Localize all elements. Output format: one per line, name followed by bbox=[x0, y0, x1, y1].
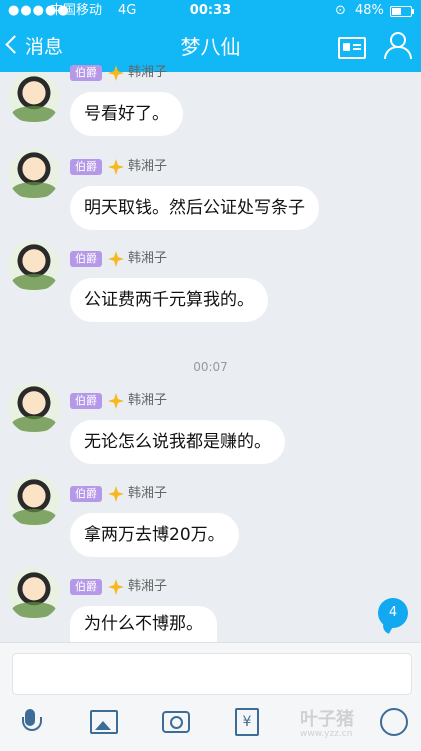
red-packet-icon[interactable]: ¥ bbox=[235, 708, 259, 736]
avatar[interactable] bbox=[8, 568, 60, 620]
star-icon bbox=[108, 65, 124, 81]
battery-icon bbox=[390, 6, 414, 17]
star-icon bbox=[108, 159, 124, 175]
sender-name: 韩湘子 bbox=[128, 251, 168, 266]
avatar[interactable] bbox=[8, 240, 60, 292]
rank-badge: 伯爵 bbox=[70, 393, 102, 409]
avatar[interactable] bbox=[8, 148, 60, 200]
message-meta: 伯爵 韩湘子 bbox=[70, 158, 167, 176]
sender-name: 韩湘子 bbox=[128, 159, 168, 174]
nav-bar: 消息 梦八仙 bbox=[0, 22, 421, 72]
watermark-text: 叶子猪 bbox=[300, 709, 354, 730]
header: ●●●●● 中国移动 4G 00:33 ⊙ 48% 消息 梦八仙 bbox=[0, 0, 421, 72]
message-meta: 伯爵 韩湘子 bbox=[70, 485, 167, 503]
star-icon bbox=[108, 251, 124, 267]
watermark: 叶子猪 www.yzz.cn bbox=[300, 705, 420, 745]
group-icon[interactable] bbox=[382, 32, 412, 60]
message-meta: 伯爵 韩湘子 bbox=[70, 578, 167, 596]
message-input[interactable] bbox=[12, 653, 412, 695]
input-area: ¥ 叶子猪 www.yzz.cn bbox=[0, 642, 421, 751]
image-icon[interactable] bbox=[90, 710, 118, 734]
sender-name: 韩湘子 bbox=[128, 486, 168, 501]
sender-name: 韩湘子 bbox=[128, 393, 168, 408]
star-icon bbox=[108, 579, 124, 595]
sender-name: 韩湘子 bbox=[128, 65, 168, 80]
message-bubble[interactable]: 无论怎么说我都是赚的。 bbox=[70, 420, 285, 464]
message-bubble[interactable]: 号看好了。 bbox=[70, 92, 183, 136]
rank-badge: 伯爵 bbox=[70, 159, 102, 175]
message-bubble[interactable]: 明天取钱。然后公证处写条子 bbox=[70, 186, 319, 230]
message-meta: 伯爵 韩湘子 bbox=[70, 392, 167, 410]
profile-card-icon[interactable] bbox=[338, 37, 366, 59]
battery-percent: 48% bbox=[355, 3, 384, 18]
avatar[interactable] bbox=[8, 382, 60, 434]
sender-name: 韩湘子 bbox=[128, 579, 168, 594]
rank-badge: 伯爵 bbox=[70, 251, 102, 267]
star-icon bbox=[108, 393, 124, 409]
message-timestamp: 00:07 bbox=[193, 360, 228, 374]
avatar[interactable] bbox=[8, 72, 60, 124]
avatar[interactable] bbox=[8, 475, 60, 527]
watermark-url: www.yzz.cn bbox=[300, 729, 353, 739]
mic-icon[interactable] bbox=[15, 707, 45, 737]
star-icon bbox=[108, 486, 124, 502]
message-meta: 伯爵 韩湘子 bbox=[70, 250, 167, 268]
rank-badge: 伯爵 bbox=[70, 579, 102, 595]
lock-rotation-icon: ⊙ bbox=[335, 3, 346, 18]
status-bar: ●●●●● 中国移动 4G 00:33 ⊙ 48% bbox=[0, 0, 421, 22]
camera-icon[interactable] bbox=[162, 711, 190, 733]
message-meta: 伯爵 韩湘子 bbox=[70, 64, 167, 82]
unread-count-badge[interactable]: 4 bbox=[378, 598, 408, 628]
rank-badge: 伯爵 bbox=[70, 486, 102, 502]
message-bubble[interactable]: 为什么不博那。 bbox=[70, 606, 217, 642]
message-bubble[interactable]: 公证费两千元算我的。 bbox=[70, 278, 268, 322]
rank-badge: 伯爵 bbox=[70, 65, 102, 81]
message-bubble[interactable]: 拿两万去博20万。 bbox=[70, 513, 239, 557]
